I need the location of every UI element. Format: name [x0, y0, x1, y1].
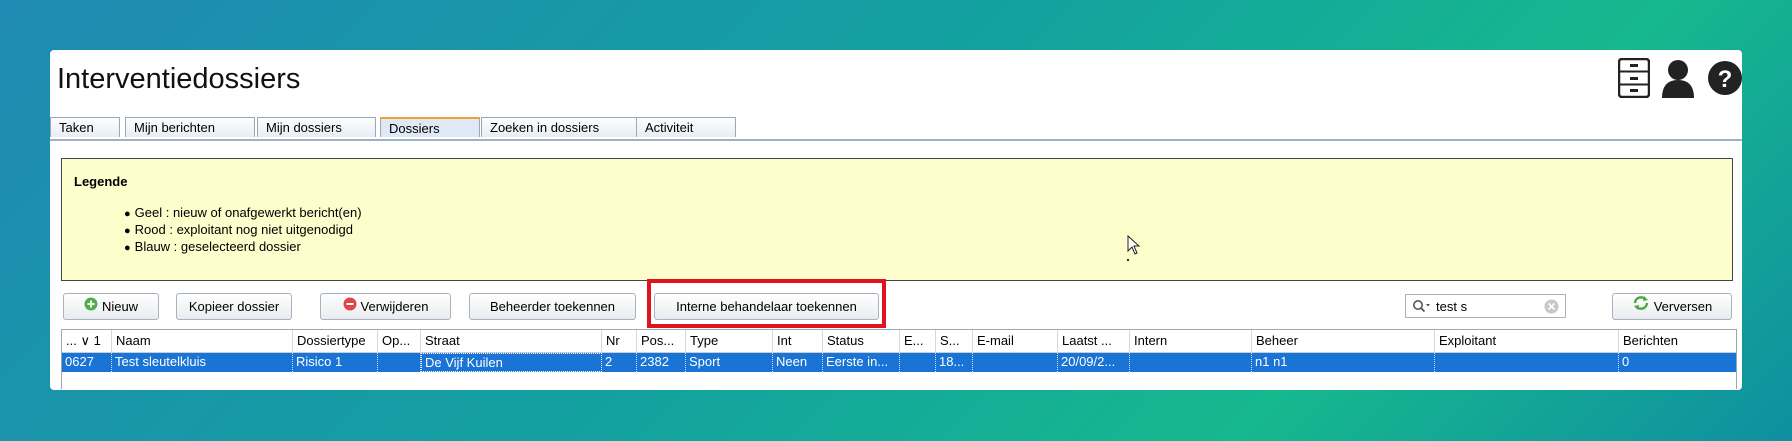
- column-header-intern[interactable]: Intern: [1130, 330, 1252, 353]
- column-header-laatst[interactable]: Laatst ...: [1058, 330, 1130, 353]
- cell-exploitant: [1435, 353, 1619, 372]
- cell-int: Neen: [773, 353, 823, 372]
- tab-divider: [50, 139, 1742, 141]
- refresh-button[interactable]: Verversen: [1612, 293, 1732, 320]
- column-header-dossiertype[interactable]: Dossiertype: [293, 330, 378, 353]
- tab-mijn-dossiers[interactable]: Mijn dossiers: [257, 117, 376, 137]
- legend-panel: Legende Geel : nieuw of onafgewerkt beri…: [61, 158, 1733, 281]
- search-input[interactable]: test s: [1405, 294, 1566, 318]
- cell-op: [378, 353, 421, 372]
- tab-mijn-berichten[interactable]: Mijn berichten: [125, 117, 255, 137]
- column-header-status[interactable]: Status: [823, 330, 900, 353]
- cell-type: Sport: [686, 353, 773, 372]
- column-header-op[interactable]: Op...: [378, 330, 421, 353]
- column-header-exploitant[interactable]: Exploitant: [1435, 330, 1619, 353]
- cell-postcode: 2382: [637, 353, 686, 372]
- column-header-beheer[interactable]: Beheer: [1252, 330, 1435, 353]
- cell-berichten: 0: [1622, 354, 1630, 369]
- refresh-icon: [1632, 294, 1650, 319]
- column-header-email[interactable]: E-mail: [973, 330, 1058, 353]
- cell-straat: De Vijf Kuilen: [421, 353, 602, 372]
- delete-button[interactable]: Verwijderen: [320, 293, 451, 320]
- column-header-naam[interactable]: Naam: [112, 330, 293, 353]
- table-row[interactable]: 0627 Test sleutelkluis Risico 1 De Vijf …: [62, 353, 1736, 372]
- tab-taken[interactable]: Taken: [50, 117, 120, 137]
- column-header-straat[interactable]: Straat: [421, 330, 602, 353]
- plus-icon: [84, 294, 98, 319]
- cell-beheer: n1 n1: [1252, 353, 1435, 372]
- cell-s: 18...: [936, 353, 973, 372]
- tab-zoeken-in-dossiers[interactable]: Zoeken in dossiers: [481, 117, 639, 137]
- cell-e: [900, 353, 936, 372]
- column-header-berichten[interactable]: Berichten: [1619, 330, 1736, 353]
- legend-list: Geel : nieuw of onafgewerkt bericht(en) …: [124, 204, 362, 255]
- clear-search-icon[interactable]: [1544, 299, 1559, 317]
- column-header-id[interactable]: ... ∨ 1: [62, 330, 112, 353]
- new-button[interactable]: Nieuw: [63, 293, 159, 320]
- new-button-label: Nieuw: [101, 299, 139, 314]
- column-header-postcode[interactable]: Pos...: [637, 330, 686, 353]
- column-header-e[interactable]: E...: [900, 330, 936, 353]
- cell-intern: [1130, 353, 1252, 372]
- column-header-s[interactable]: S...: [936, 330, 973, 353]
- column-header-int[interactable]: Int: [773, 330, 823, 353]
- app-window: Interventiedossiers ? Taken Mijn bericht…: [50, 50, 1742, 390]
- assign-manager-button[interactable]: Beheerder toekennen: [469, 293, 636, 320]
- mouse-cursor-icon: [1127, 234, 1141, 258]
- column-header-nr[interactable]: Nr: [602, 330, 637, 353]
- column-header-type[interactable]: Type: [686, 330, 773, 353]
- cell-laatst: 20/09/2...: [1058, 353, 1130, 372]
- cell-email: [973, 353, 1058, 372]
- minus-icon: [343, 294, 357, 319]
- legend-title: Legende: [74, 174, 128, 189]
- file-cabinet-icon[interactable]: [1617, 57, 1651, 101]
- help-icon[interactable]: ?: [1708, 58, 1742, 101]
- cell-dossiertype: Risico 1: [293, 353, 378, 372]
- legend-item-red: Rood : exploitant nog niet uitgenodigd: [124, 221, 362, 238]
- tab-bar: Taken Mijn berichten Mijn dossiers Dossi…: [50, 117, 1742, 139]
- search-value: test s: [1436, 299, 1468, 314]
- cell-status: Eerste in...: [823, 353, 900, 372]
- dossiers-table: ... ∨ 1 Naam Dossiertype Op... Straat Nr…: [61, 329, 1737, 389]
- cell-id: 0627: [62, 353, 112, 372]
- user-icon[interactable]: [1660, 58, 1696, 101]
- cell-nr: 2: [602, 353, 637, 372]
- legend-item-blue: Blauw : geselecteerd dossier: [124, 238, 362, 255]
- refresh-button-label: Verversen: [1653, 299, 1713, 314]
- page-title: Interventiedossiers: [57, 63, 301, 95]
- tab-dossiers[interactable]: Dossiers: [380, 117, 480, 137]
- highlight-box: [647, 279, 886, 328]
- copy-dossier-button[interactable]: Kopieer dossier: [176, 293, 292, 320]
- cell-naam: Test sleutelkluis: [112, 353, 293, 372]
- legend-item-yellow: Geel : nieuw of onafgewerkt bericht(en): [124, 204, 362, 221]
- stray-dot: [1127, 259, 1129, 261]
- tab-activiteit[interactable]: Activiteit: [636, 117, 736, 137]
- svg-text:?: ?: [1718, 66, 1733, 93]
- delete-button-label: Verwijderen: [360, 299, 429, 314]
- search-icon: [1412, 299, 1432, 316]
